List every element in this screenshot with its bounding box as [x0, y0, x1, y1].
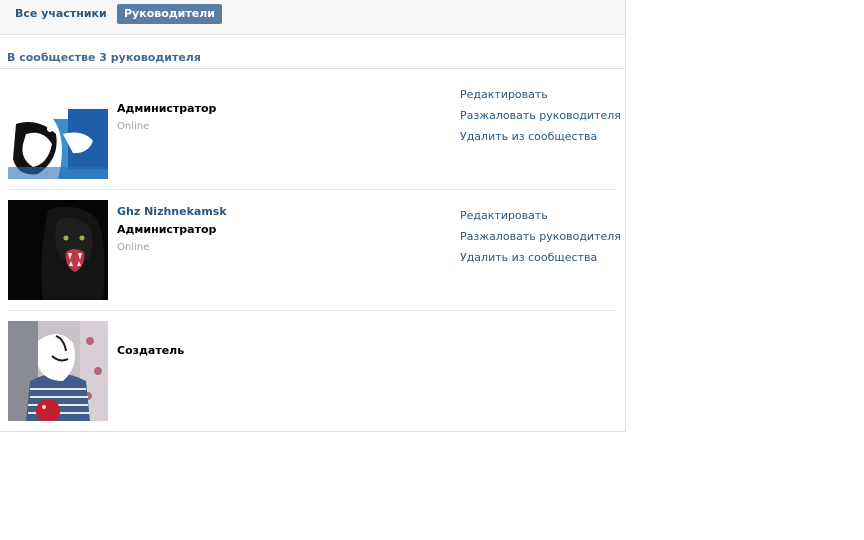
remove-link[interactable]: Удалить из сообщества	[460, 247, 621, 268]
online-status: Online	[117, 121, 150, 132]
avatar[interactable]	[8, 200, 108, 300]
managers-count-header: В сообществе 3 руководителя	[7, 51, 201, 64]
manager-role: Администратор	[117, 223, 217, 236]
managers-panel: Все участники Руководители В сообществе …	[0, 0, 626, 432]
edit-link[interactable]: Редактировать	[460, 84, 621, 105]
tab-managers[interactable]: Руководители	[117, 4, 222, 24]
manager-actions: Редактировать Разжаловать руководителя У…	[460, 84, 621, 147]
manager-actions: Редактировать Разжаловать руководителя У…	[460, 205, 621, 268]
header-divider	[0, 68, 625, 69]
row-divider	[8, 310, 616, 311]
manager-role: Создатель	[117, 344, 185, 357]
manager-name[interactable]: Ghz Nizhnekamsk	[117, 205, 227, 218]
avatar[interactable]	[8, 321, 108, 421]
tab-all-members[interactable]: Все участники	[8, 4, 114, 24]
name-redaction	[113, 81, 213, 97]
tab-bar: Все участники Руководители	[0, 0, 625, 35]
name-redaction	[113, 323, 213, 339]
manager-row: Создатель	[8, 321, 616, 421]
manager-role: Администратор	[117, 102, 217, 115]
demote-link[interactable]: Разжаловать руководителя	[460, 105, 621, 126]
online-status: Online	[117, 242, 150, 253]
demote-link[interactable]: Разжаловать руководителя	[460, 226, 621, 247]
avatar[interactable]	[8, 79, 108, 179]
edit-link[interactable]: Редактировать	[460, 205, 621, 226]
remove-link[interactable]: Удалить из сообщества	[460, 126, 621, 147]
row-divider	[8, 189, 616, 190]
manager-row: Администратор Online Редактировать Разжа…	[8, 79, 621, 179]
manager-row: Ghz Nizhnekamsk Администратор Online Ред…	[8, 200, 621, 300]
